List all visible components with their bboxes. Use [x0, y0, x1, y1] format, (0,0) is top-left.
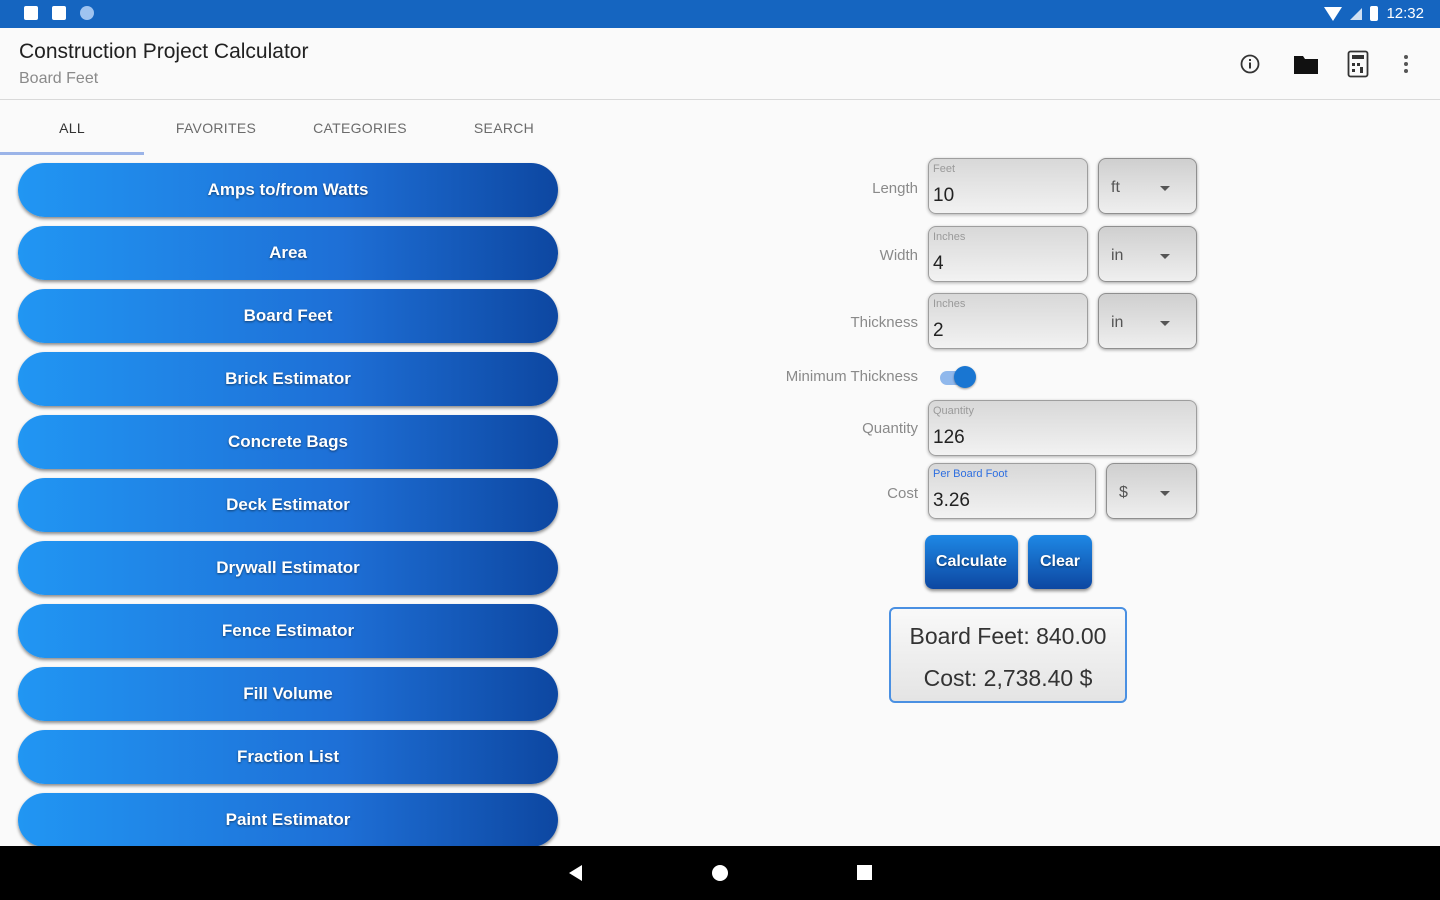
length-label: Length: [872, 180, 918, 197]
tab-search[interactable]: SEARCH: [432, 101, 576, 155]
result-board-feet: Board Feet: 840.00: [909, 623, 1107, 649]
calculator-button-drywall-estimator[interactable]: Drywall Estimator: [18, 541, 558, 595]
thickness-unit-value: in: [1111, 314, 1124, 331]
thickness-field[interactable]: Inches 2: [928, 293, 1088, 349]
notification-sync-icon: [80, 6, 94, 20]
cost-hint: Per Board Foot: [933, 468, 1008, 480]
calculator-button-brick-estimator[interactable]: Brick Estimator: [18, 352, 558, 406]
width-unit-value: in: [1111, 247, 1124, 264]
quantity-hint: Quantity: [933, 405, 974, 417]
battery-icon: [1370, 6, 1379, 21]
calculator-button-fence-estimator[interactable]: Fence Estimator: [18, 604, 558, 658]
thickness-unit-select[interactable]: in: [1098, 293, 1197, 349]
calculator-button-area[interactable]: Area: [18, 226, 558, 280]
recent-apps-icon[interactable]: [857, 865, 872, 880]
tab-categories[interactable]: CATEGORIES: [288, 101, 432, 155]
minimum-thickness-toggle[interactable]: [940, 366, 976, 388]
result-box: Board Feet: 840.00 Cost: 2,738.40 $: [889, 607, 1127, 703]
calculator-button-concrete-bags[interactable]: Concrete Bags: [18, 415, 558, 469]
currency-select[interactable]: $: [1106, 463, 1197, 519]
minimum-thickness-label: Minimum Thickness: [785, 368, 918, 385]
app-title: Construction Project Calculator: [19, 40, 309, 63]
back-icon[interactable]: [569, 865, 582, 881]
status-bar: 12:32: [0, 0, 1440, 28]
chevron-down-icon: [1160, 321, 1170, 326]
info-icon[interactable]: [1236, 50, 1264, 78]
chevron-down-icon: [1160, 491, 1170, 496]
toggle-knob: [954, 366, 976, 388]
length-value: 10: [933, 185, 955, 206]
system-nav-bar: [0, 846, 1440, 900]
currency-value: $: [1119, 484, 1128, 501]
calculator-button-fraction-list[interactable]: Fraction List: [18, 730, 558, 784]
thickness-label: Thickness: [850, 314, 918, 331]
length-unit-select[interactable]: ft: [1098, 158, 1197, 214]
width-value: 4: [933, 253, 944, 274]
tab-favorites[interactable]: FAVORITES: [144, 101, 288, 155]
status-time: 12:32: [1386, 5, 1424, 22]
more-vert-icon[interactable]: [1392, 50, 1420, 78]
calculator-button-fill-volume[interactable]: Fill Volume: [18, 667, 558, 721]
tab-bar: ALL FAVORITES CATEGORIES SEARCH: [0, 101, 580, 155]
width-field[interactable]: Inches 4: [928, 226, 1088, 282]
cost-field[interactable]: Per Board Foot 3.26: [928, 463, 1096, 519]
signal-icon: [1350, 7, 1363, 20]
app-bar: Construction Project Calculator Board Fe…: [0, 28, 1440, 100]
calculator-button-deck-estimator[interactable]: Deck Estimator: [18, 478, 558, 532]
quantity-field[interactable]: Quantity 126: [928, 400, 1197, 456]
quantity-value: 126: [933, 427, 965, 448]
length-unit-value: ft: [1111, 179, 1120, 196]
result-cost: Cost: 2,738.40 $: [923, 665, 1093, 691]
home-icon[interactable]: [712, 865, 728, 881]
calculator-button-amps-watts[interactable]: Amps to/from Watts: [18, 163, 558, 217]
cost-value: 3.26: [933, 490, 970, 511]
width-unit-select[interactable]: in: [1098, 226, 1197, 282]
notification-app-icon: [24, 6, 38, 20]
calculator-button-board-feet[interactable]: Board Feet: [18, 289, 558, 343]
app-subtitle: Board Feet: [19, 70, 99, 87]
wifi-icon: [1324, 6, 1343, 21]
width-label: Width: [879, 247, 918, 264]
chevron-down-icon: [1160, 254, 1170, 259]
length-hint: Feet: [933, 163, 956, 175]
width-hint: Inches: [933, 231, 966, 243]
thickness-hint: Inches: [933, 298, 966, 310]
tab-all[interactable]: ALL: [0, 101, 144, 155]
cost-label: Cost: [887, 485, 918, 502]
calculate-button[interactable]: Calculate: [925, 535, 1018, 589]
folder-icon[interactable]: [1292, 50, 1320, 78]
clear-button[interactable]: Clear: [1028, 535, 1092, 589]
notification-sd-icon: [52, 6, 66, 20]
quantity-label: Quantity: [862, 420, 918, 437]
thickness-value: 2: [933, 320, 944, 341]
length-field[interactable]: Feet 10: [928, 158, 1088, 214]
calculator-icon[interactable]: [1344, 50, 1372, 78]
chevron-down-icon: [1160, 186, 1170, 191]
calculator-button-paint-estimator[interactable]: Paint Estimator: [18, 793, 558, 847]
